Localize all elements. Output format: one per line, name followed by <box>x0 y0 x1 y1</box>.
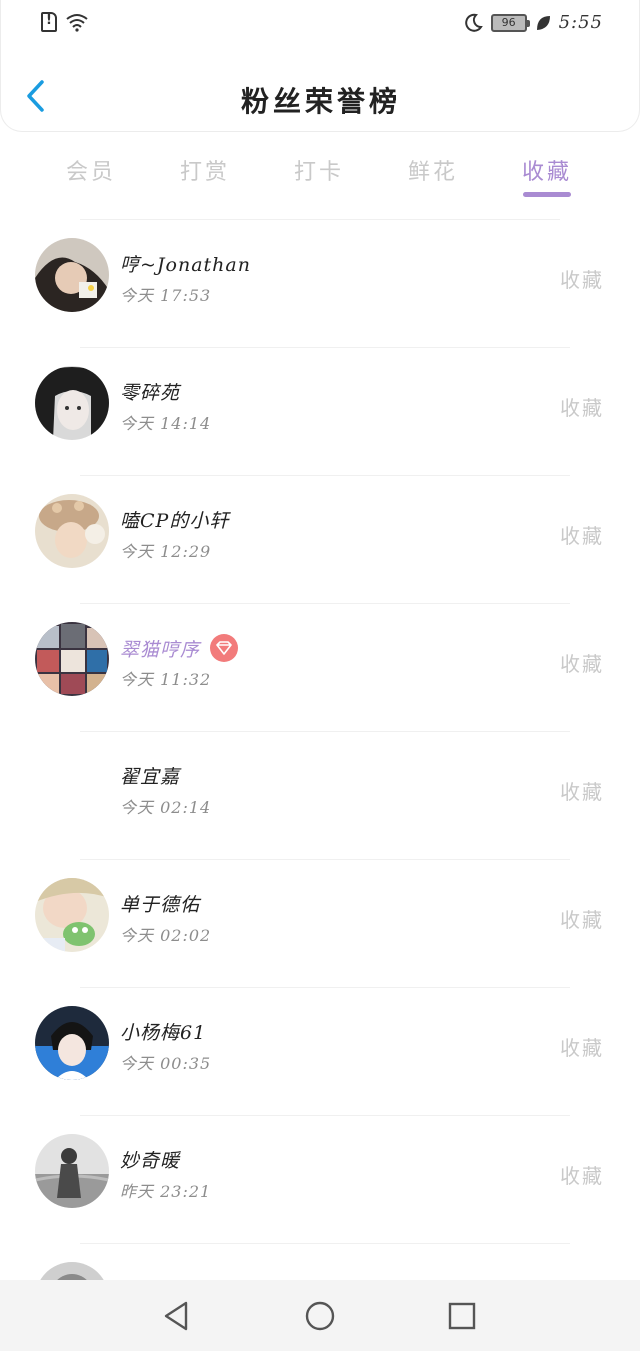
list-item[interactable]: 嗑CP的小轩 今天 12:29 收藏 <box>0 476 640 604</box>
avatar[interactable] <box>35 622 109 696</box>
fan-name: 小杨梅61 <box>120 1022 207 1044</box>
diamond-icon <box>210 634 239 662</box>
tab-flowers[interactable]: 鲜花 <box>376 140 490 220</box>
favorite-label: 收藏 <box>560 1036 604 1060</box>
name-line: 嗑CP的小轩 <box>120 506 229 533</box>
fan-name: 嗑CP的小轩 <box>120 510 230 532</box>
fan-time: 今天 02:02 <box>120 926 212 945</box>
name-line: 单于德佑 <box>120 890 200 917</box>
status-bar: 96 5:55 <box>1 0 640 48</box>
list-item[interactable]: 小杨梅61 今天 00:35 收藏 <box>0 988 640 1116</box>
fan-name: 单于德佑 <box>120 894 201 916</box>
fan-name: 翠猫哼序 <box>120 638 201 661</box>
tab-checkin[interactable]: 打卡 <box>262 140 376 220</box>
list-item[interactable]: 哼~Jonathan 今天 17:53 收藏 <box>0 220 640 348</box>
recent-square-icon[interactable] <box>446 1300 478 1332</box>
favorite-label: 收藏 <box>560 652 604 676</box>
home-circle-icon[interactable] <box>304 1300 336 1332</box>
tab-favorites[interactable]: 收藏 <box>490 140 604 220</box>
name-line: 小杨梅61 <box>120 1018 206 1045</box>
screen: 96 5:55 粉丝荣誉榜 会员 打赏 打卡 鲜 <box>0 0 640 1351</box>
fan-time: 今天 11:32 <box>120 670 212 689</box>
tab-label: 打赏 <box>179 160 230 185</box>
favorite-label: 收藏 <box>560 396 604 420</box>
avatar[interactable] <box>35 1134 109 1208</box>
fan-name: 零碎苑 <box>120 382 181 404</box>
name-line: 零碎苑 <box>120 378 180 405</box>
favorite-label: 收藏 <box>560 268 604 292</box>
avatar[interactable] <box>35 494 109 568</box>
tab-label: 打卡 <box>293 160 344 185</box>
list-item[interactable]: 翟宜嘉 今天 02:14 收藏 <box>0 732 640 860</box>
status-left <box>41 12 89 32</box>
wifi-icon <box>66 14 88 32</box>
leaf-icon <box>536 15 550 30</box>
tab-member[interactable]: 会员 <box>34 140 148 220</box>
tab-reward[interactable]: 打赏 <box>148 140 262 220</box>
tab-label: 会员 <box>65 160 116 185</box>
favorite-label: 收藏 <box>560 780 604 804</box>
tab-bar: 会员 打赏 打卡 鲜花 收藏 <box>0 140 640 220</box>
fan-name: 哼~Jonathan <box>120 254 251 276</box>
battery-icon: 96 <box>490 13 530 32</box>
fan-name: 翟宜嘉 <box>120 766 181 788</box>
name-line: 妙奇暖 <box>120 1146 180 1173</box>
list-item[interactable]: 妙奇暖 昨天 23:21 收藏 <box>0 1116 640 1244</box>
list-item[interactable]: 零碎苑 今天 14:14 收藏 <box>0 348 640 476</box>
fan-list: 哼~Jonathan 今天 17:53 收藏 零碎苑 今天 14:14 收藏 嗑… <box>0 220 640 1351</box>
tab-label: 鲜花 <box>407 160 458 185</box>
fan-time: 今天 00:35 <box>120 1054 212 1073</box>
avatar[interactable] <box>35 366 109 440</box>
fan-time: 今天 12:29 <box>120 542 212 561</box>
page-title: 粉丝荣誉榜 <box>240 85 401 118</box>
tab-indicator <box>523 192 571 197</box>
fan-time: 今天 14:14 <box>120 414 212 433</box>
sim-alert-icon <box>41 12 57 32</box>
avatar[interactable] <box>35 878 109 952</box>
back-triangle-icon[interactable] <box>162 1300 194 1332</box>
status-time: 5:55 <box>558 12 603 33</box>
system-nav-bar <box>0 1280 640 1351</box>
name-line: 翠猫哼序 <box>120 634 239 662</box>
avatar[interactable] <box>35 750 109 824</box>
status-right: 96 5:55 <box>463 12 603 33</box>
avatar[interactable] <box>35 1006 109 1080</box>
moon-icon <box>464 13 483 32</box>
favorite-label: 收藏 <box>560 1164 604 1188</box>
fan-time: 今天 17:53 <box>120 286 212 305</box>
fan-time: 今天 02:14 <box>120 798 212 817</box>
nav-bar: 粉丝荣誉榜 <box>1 62 640 132</box>
list-item[interactable]: 翠猫哼序 今天 11:32 收藏 <box>0 604 640 732</box>
name-line: 哼~Jonathan <box>120 250 251 277</box>
tab-label: 收藏 <box>521 160 572 185</box>
avatar[interactable] <box>35 238 109 312</box>
header-card: 96 5:55 粉丝荣誉榜 <box>0 0 640 132</box>
list-item[interactable]: 单于德佑 今天 02:02 收藏 <box>0 860 640 988</box>
fan-name: 妙奇暖 <box>120 1150 181 1172</box>
name-line: 翟宜嘉 <box>120 762 180 789</box>
favorite-label: 收藏 <box>560 524 604 548</box>
favorite-label: 收藏 <box>560 908 604 932</box>
fan-time: 昨天 23:21 <box>120 1182 212 1201</box>
